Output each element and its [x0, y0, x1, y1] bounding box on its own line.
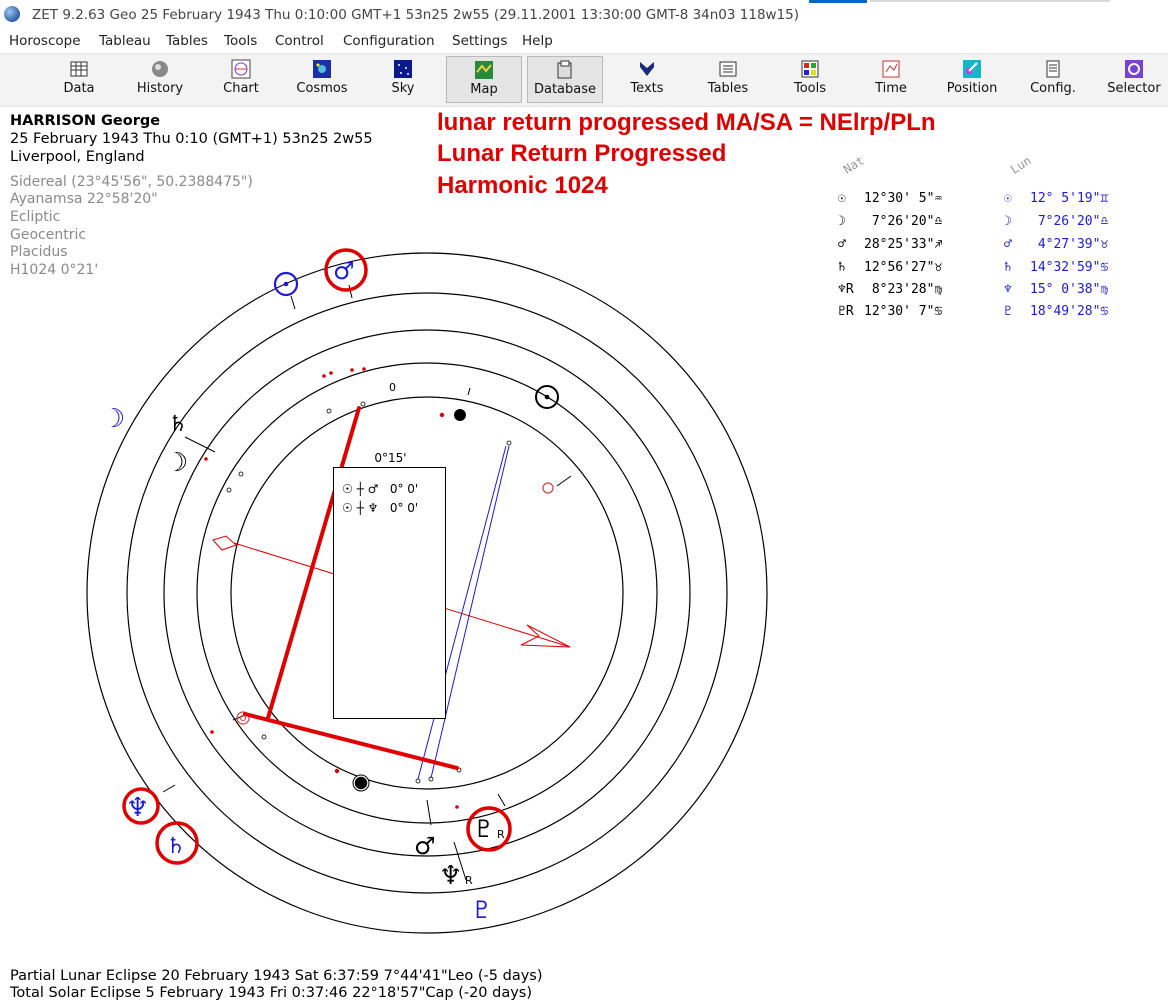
- midpoint-axis-line: [243, 712, 459, 770]
- aspect-box: 0°15' ☉ ┼ ♂ 0° 0' ☉ ┼ ♆ 0° 0': [333, 451, 446, 719]
- lunar-pluto-icon: ♇: [471, 896, 493, 924]
- sun-position-marker: [353, 775, 369, 791]
- horoscope-wheel[interactable]: 0 ♂ ☽ ♄ ☽ ♆ ♄ ♂ ♇ R ♆ R ♇: [0, 0, 1168, 1000]
- natal-moon-icon: ☽: [165, 448, 188, 478]
- tick: [467, 387, 471, 396]
- red-marker: [329, 371, 333, 375]
- point-marker: [415, 778, 421, 784]
- axis-arrow-head: [520, 624, 571, 648]
- lunar-mars-icon: ♂: [333, 257, 355, 285]
- red-marker: [204, 457, 208, 461]
- point-marker: [261, 734, 267, 740]
- red-marker: [439, 412, 445, 418]
- aspect-glyphs: ☉ ┼ ♂: [342, 482, 379, 496]
- tick: [348, 284, 353, 299]
- red-marker: [210, 730, 214, 734]
- aspect-row-sun-neptune: ☉ ┼ ♆ 0° 0': [342, 501, 418, 515]
- midpoint-marker: [542, 482, 554, 494]
- retrograde-label: R: [465, 874, 473, 887]
- orb-label: 0°15': [374, 451, 407, 465]
- lunar-moon-icon: ☽: [102, 404, 125, 434]
- point-marker: [238, 471, 244, 477]
- lunar-sun-icon: [283, 281, 289, 287]
- aspect-value: 0° 0': [389, 482, 419, 496]
- red-marker: [322, 374, 326, 378]
- point-marker: [360, 401, 366, 407]
- red-marker: [350, 368, 354, 372]
- red-marker: [362, 367, 366, 371]
- aspect-row-sun-mars: ☉ ┼ ♂ 0° 0': [342, 482, 418, 496]
- tick: [426, 799, 432, 826]
- tick: [497, 793, 506, 807]
- axis-arrow-tail: [212, 535, 237, 551]
- tick: [556, 475, 572, 487]
- red-marker: [455, 805, 459, 809]
- sun-position-marker: [454, 409, 466, 421]
- natal-mars-icon: ♂: [414, 832, 436, 860]
- retrograde-label: R: [497, 828, 505, 841]
- zero-degree-label: 0: [389, 381, 396, 394]
- point-marker: [326, 408, 332, 414]
- solar-eclipse-line: Total Solar Eclipse 5 February 1943 Fri …: [10, 985, 533, 1001]
- aspect-glyphs: ☉ ┼ ♆: [342, 501, 379, 515]
- natal-saturn-icon: ♄: [168, 412, 188, 437]
- natal-neptune-icon: ♆: [439, 861, 462, 891]
- natal-pluto-icon: ♇: [473, 815, 495, 843]
- lunar-eclipse-line: Partial Lunar Eclipse 20 February 1943 S…: [10, 968, 543, 984]
- red-marker: [334, 768, 340, 774]
- aspect-value: 0° 0': [389, 501, 419, 515]
- lunar-saturn-icon: ♄: [166, 834, 186, 859]
- natal-sun-icon: [544, 394, 550, 400]
- point-marker: [226, 487, 232, 493]
- point-marker: [506, 440, 512, 446]
- tick: [162, 784, 176, 793]
- tick: [290, 295, 296, 310]
